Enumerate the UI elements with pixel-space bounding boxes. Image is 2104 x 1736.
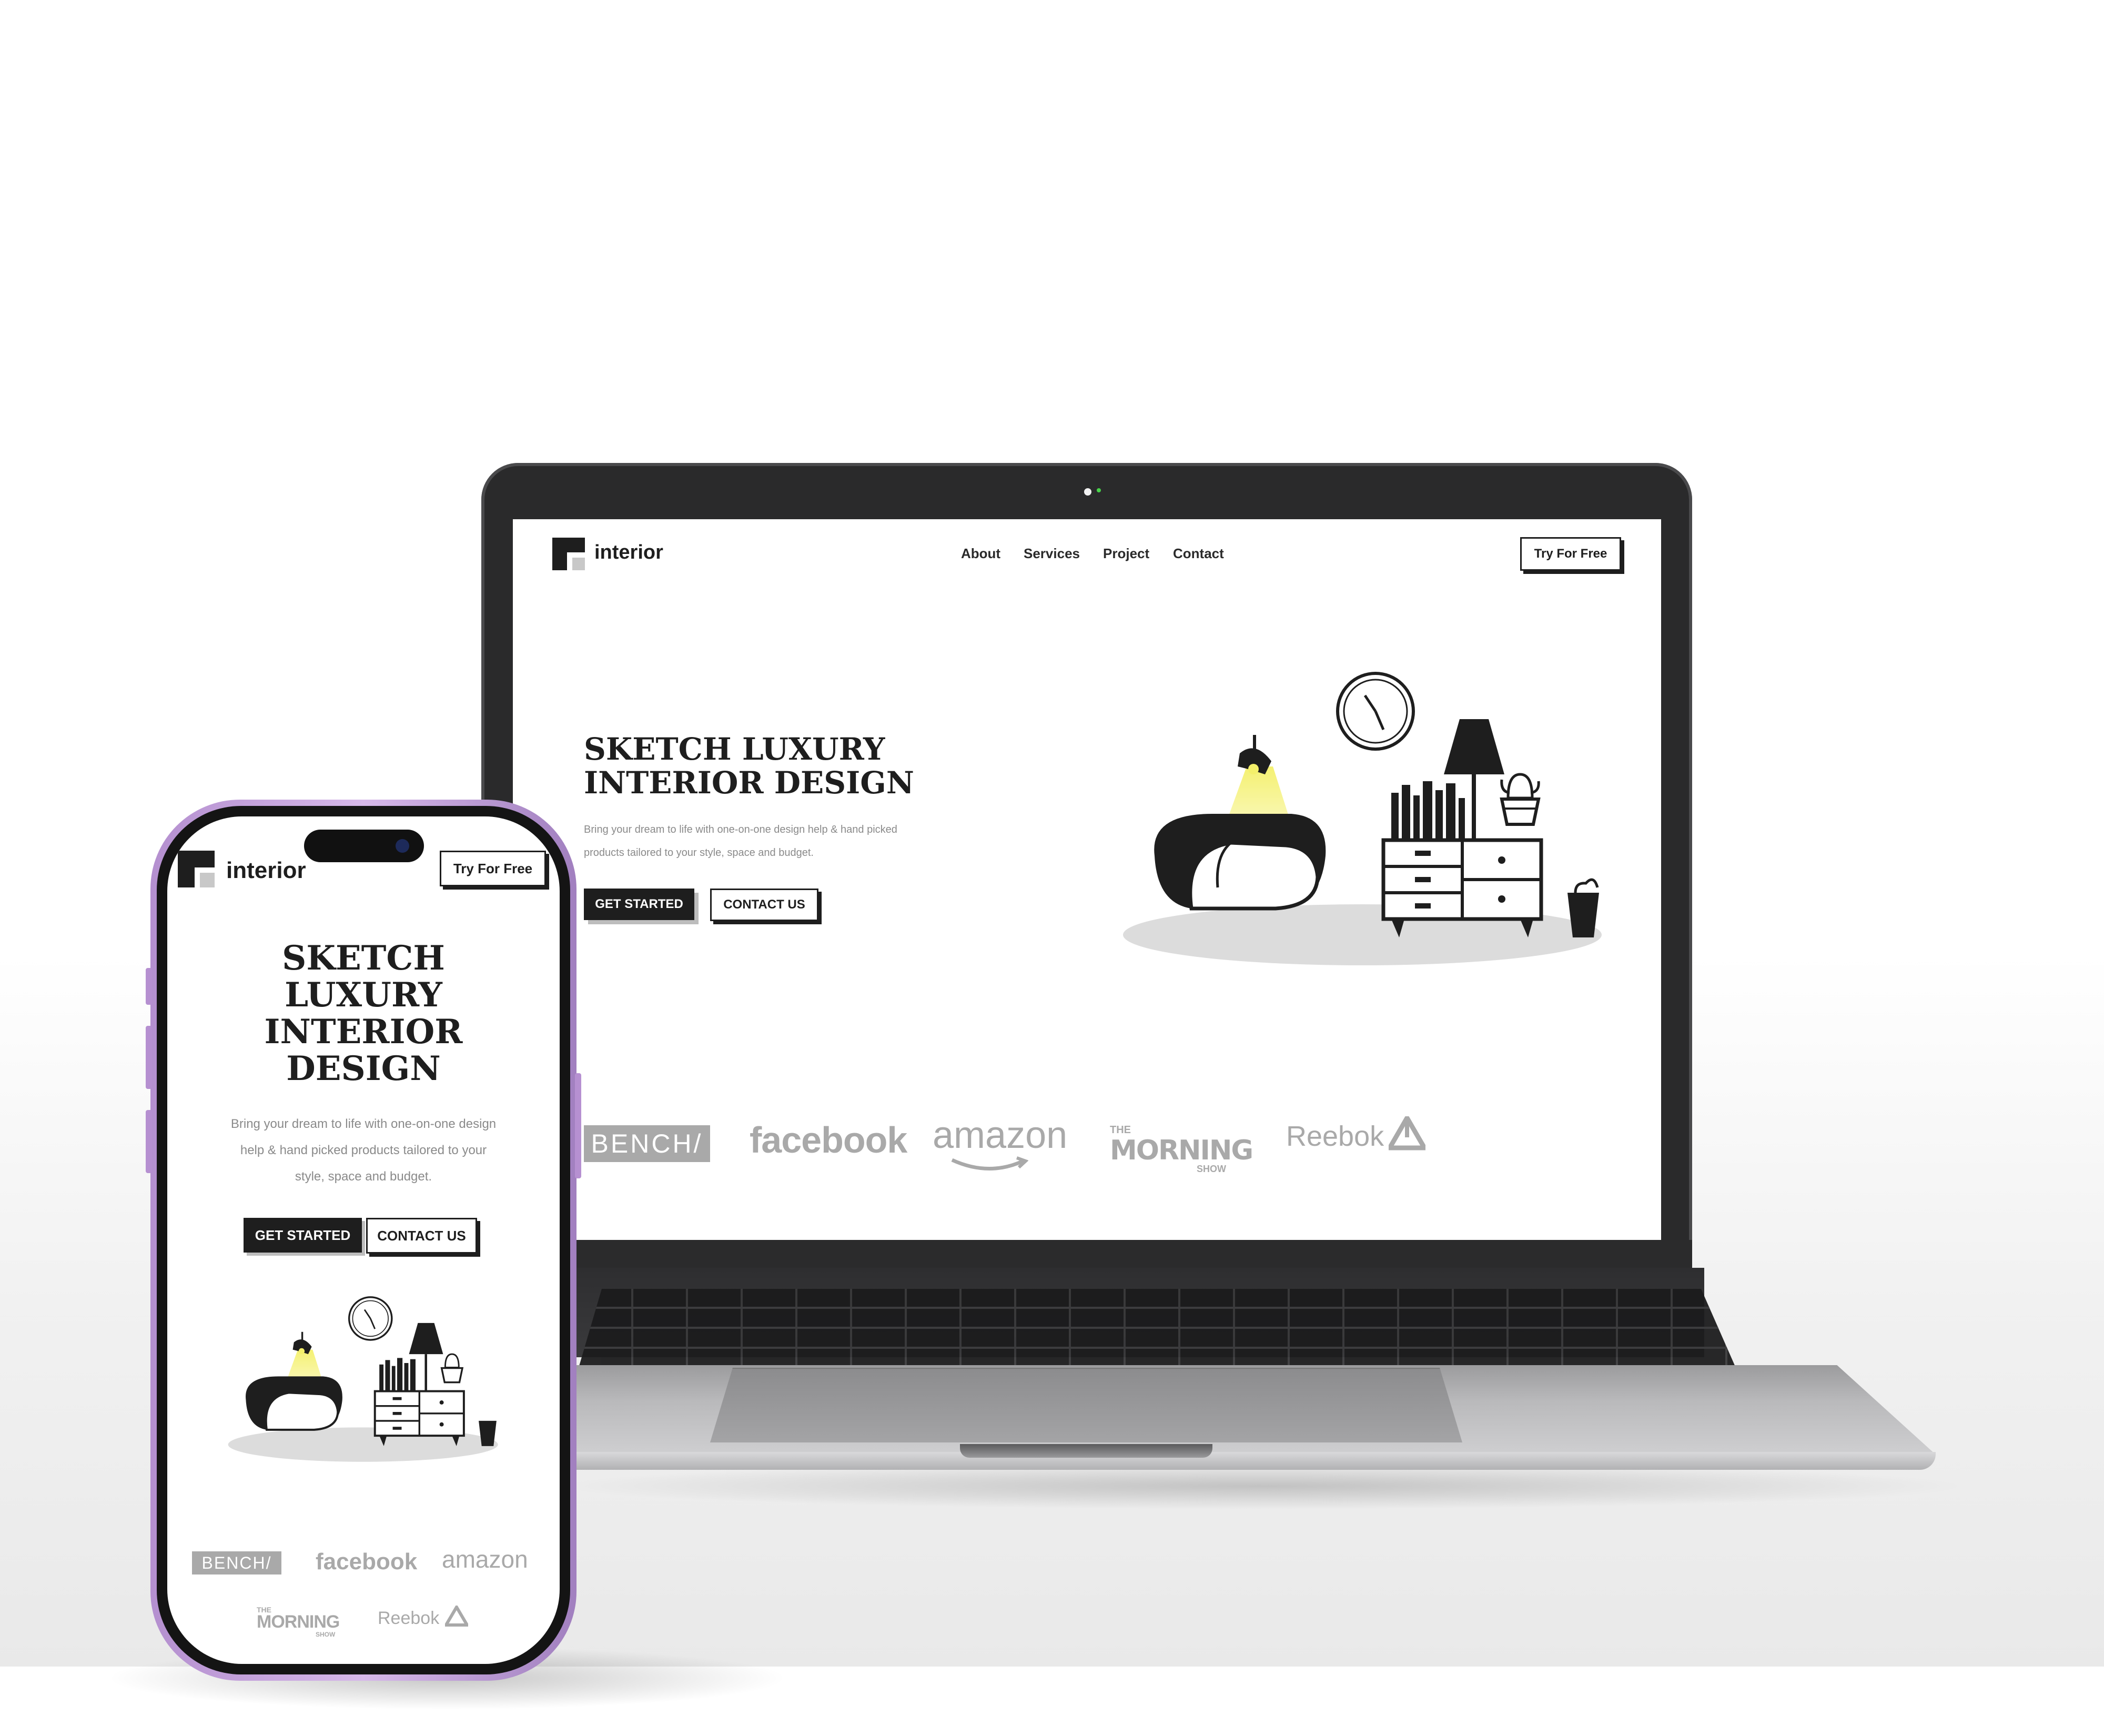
nav-contact[interactable]: Contact [1173,546,1224,562]
phone-brand-morning-show: SHOW [316,1631,336,1638]
brand-reebok-logo: Reebok [1286,1121,1384,1152]
front-camera-icon [396,839,409,853]
phone-hero-title-line-2: LUXURY [285,975,442,1015]
laptop-front-edge [526,1452,1936,1470]
phone-reebok-delta-icon [445,1606,468,1627]
phone-hero-title-line-3: INTERIOR [264,1012,463,1052]
phone-power-button[interactable] [575,1073,581,1178]
phone-logo-mark-icon[interactable] [178,851,215,887]
hero-title-line-2: INTERIOR DESIGN [584,765,914,801]
phone-get-started-button[interactable]: GET STARTED [244,1218,362,1253]
phone-brand-bench-logo: BENCH/ [192,1551,281,1574]
nav-about[interactable]: About [961,546,1000,562]
laptop-bezel [481,1240,1692,1268]
hero-subtitle: Bring your dream to life with one-on-one… [584,818,897,864]
laptop-keyboard-rows [579,1289,1736,1368]
phone-volume-up-button[interactable] [146,1026,152,1089]
amazon-smile-icon [951,1156,1028,1170]
phone-hero-subtitle: Bring your dream to life with one-on-one… [167,1111,560,1190]
get-started-button[interactable]: GET STARTED [584,889,694,920]
phone-hero-subtitle-line-3: style, space and budget. [295,1169,432,1184]
logo-mark-icon[interactable] [552,538,585,570]
armchair-icon [1154,814,1326,911]
wall-clock-icon [1336,672,1415,751]
phone-ceiling-lamp-icon [292,1331,312,1355]
brand-bench-logo: BENCH/ [584,1125,710,1162]
waste-bin-icon [1567,878,1599,937]
phone-volume-down-button[interactable] [146,1110,152,1173]
camera-led-icon [1097,488,1101,492]
phone-hero-title-line-4: DESIGN [286,1049,441,1088]
camera-icon [1084,488,1091,496]
ceiling-lamp-icon [1238,735,1271,774]
phone-books-icon [379,1358,416,1391]
phone-hero-title: SKETCH LUXURY INTERIOR DESIGN [167,940,560,1087]
books-icon [1391,781,1465,840]
phone-wall-clock-icon [348,1296,393,1341]
try-for-free-button[interactable]: Try For Free [1520,537,1621,571]
phone-waste-bin-icon [479,1420,497,1446]
phone-contact-us-button[interactable]: CONTACT US [366,1218,477,1254]
hero-subtitle-line-2: products tailored to your style, space a… [584,847,814,859]
laptop-trackpad [710,1368,1462,1442]
reebok-delta-icon [1389,1116,1425,1150]
phone-screen: interior Try For Free SKETCH LUXURY INTE… [167,816,560,1664]
phone-brand-amazon-logo: amazon [442,1546,528,1573]
phone-hero-subtitle-line-2: help & hand picked products tailored to … [240,1143,487,1157]
phone-brand-facebook-logo: facebook [316,1549,418,1574]
hero-title-line-1: SKETCH LUXURY [584,731,885,767]
phone-hero-illustration [228,1296,498,1462]
phone-brand-morning-logo: MORNING [257,1612,340,1632]
phone-try-for-free-button[interactable]: Try For Free [440,851,546,886]
brand-amazon-logo: amazon [933,1114,1068,1156]
phone-armchair-icon [246,1376,342,1431]
hero-title: SKETCH LUXURY INTERIOR DESIGN [584,732,914,800]
nav-project[interactable]: Project [1103,546,1149,562]
nav-services[interactable]: Services [1024,546,1080,562]
phone-logo-text[interactable]: interior [226,857,306,884]
hero-subtitle-line-1: Bring your dream to life with one-on-one… [584,824,897,835]
cactus-plant-icon [1500,773,1541,826]
dynamic-island [304,830,424,862]
phone-brand-reebok-logo: Reebok [378,1608,440,1628]
phone-silent-switch [146,968,152,1005]
laptop-open-notch [960,1444,1212,1458]
phone-cactus-plant-icon [440,1353,464,1384]
phone-hero-title-line-1: SKETCH [282,938,445,978]
brand-morning-logo: MORNING [1110,1135,1253,1166]
brand-facebook-logo: facebook [750,1119,907,1160]
hero-illustration [1123,672,1602,965]
contact-us-button[interactable]: CONTACT US [710,889,818,921]
laptop-screen: interior About Services Project Contact … [513,519,1661,1240]
phone-hero-subtitle-line-1: Bring your dream to life with one-on-one… [230,1117,497,1131]
brand-morning-show: SHOW [1197,1164,1226,1174]
logo-text[interactable]: interior [594,541,663,564]
